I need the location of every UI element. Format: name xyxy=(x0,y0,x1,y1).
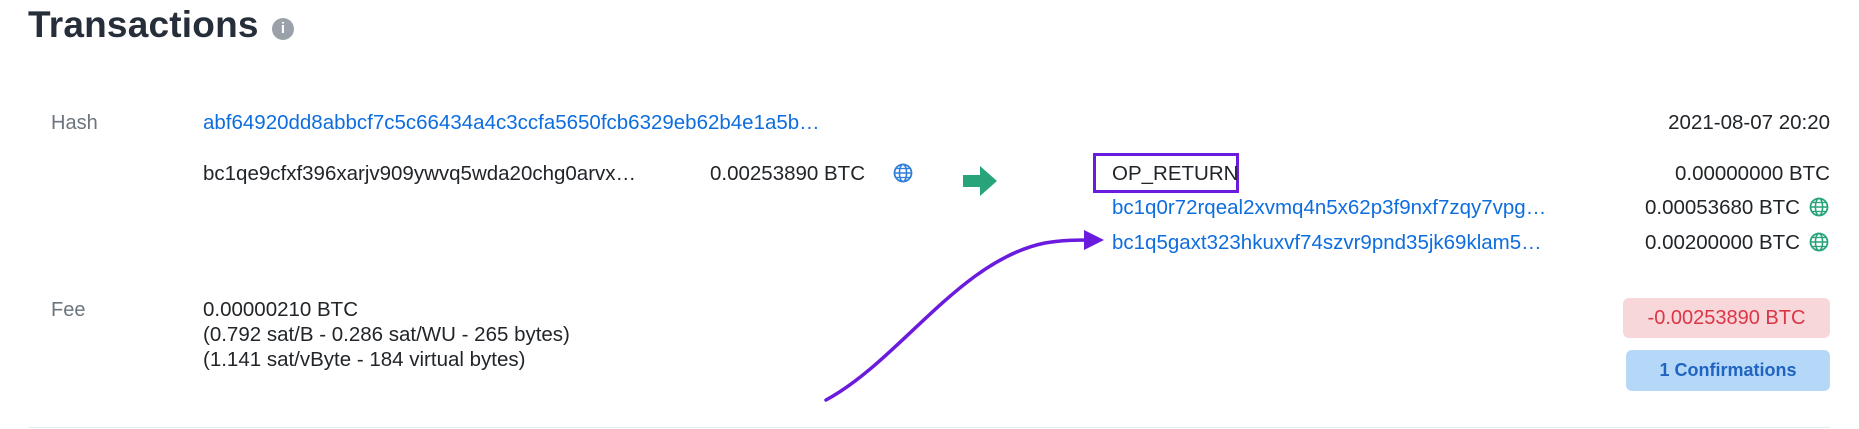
globe-icon[interactable] xyxy=(1809,197,1829,217)
output-address-link[interactable]: bc1q5gaxt323hkuxvf74szvr9pnd35jk69klam5… xyxy=(1112,231,1604,255)
fee-label: Fee xyxy=(51,299,86,321)
output-op-return: OP_RETURN xyxy=(1112,162,1239,185)
output-address-link[interactable]: bc1q0r72rqeal2xvmq4n5x62p3f9nxf7zqy7vpg… xyxy=(1112,196,1604,220)
globe-icon[interactable] xyxy=(893,163,913,183)
input-address[interactable]: bc1qe9cfxf396xarjv909ywvq5wda20chg0arvx… xyxy=(203,162,700,186)
divider xyxy=(28,427,1830,428)
net-amount-badge: -0.00253890 BTC xyxy=(1623,298,1830,338)
page-title: Transactions xyxy=(28,4,259,45)
confirmations-button[interactable]: 1 Confirmations xyxy=(1626,350,1830,391)
info-icon[interactable]: i xyxy=(272,18,294,40)
globe-icon[interactable] xyxy=(1809,232,1829,252)
fee-detail-bytes: (0.792 sat/B - 0.286 sat/WU - 265 bytes) xyxy=(203,323,570,346)
fee-detail-vbytes: (1.141 sat/vByte - 184 virtual bytes) xyxy=(203,348,526,371)
output-amount: 0.00053680 BTC xyxy=(1644,196,1800,219)
tx-timestamp: 2021-08-07 20:20 xyxy=(1668,111,1830,134)
tx-hash-link[interactable]: abf64920dd8abbcf7c5c66434a4c3ccfa5650fcb… xyxy=(203,111,915,135)
output-amount: 0.00000000 BTC xyxy=(1674,162,1830,185)
input-amount: 0.00253890 BTC xyxy=(710,162,866,185)
hash-label: Hash xyxy=(51,112,98,134)
arrow-right-icon xyxy=(963,166,997,196)
output-amount: 0.00200000 BTC xyxy=(1644,231,1800,254)
fee-amount: 0.00000210 BTC xyxy=(203,298,359,321)
